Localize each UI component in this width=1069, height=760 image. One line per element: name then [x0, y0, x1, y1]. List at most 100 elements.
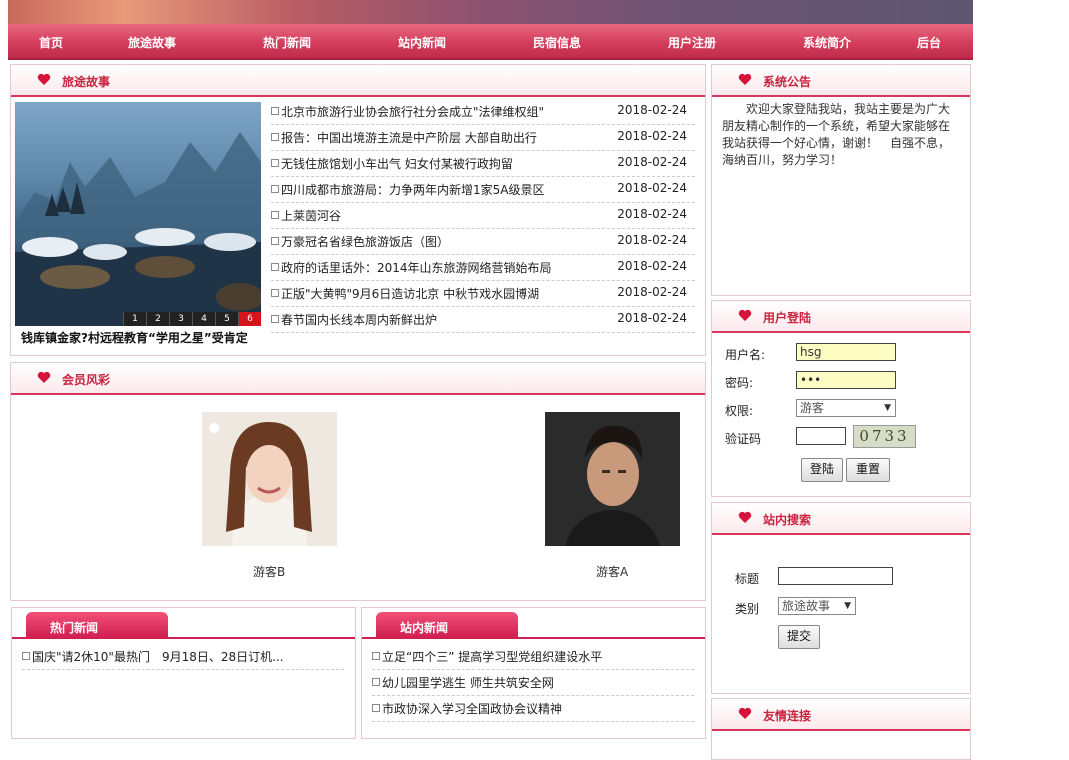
- links-title: 友情连接: [763, 709, 812, 723]
- search-panel: 站内搜索 标题 类别 旅途故事 ▼ 提交: [711, 502, 971, 694]
- search-category-select[interactable]: 旅途故事 ▼: [778, 597, 856, 615]
- search-title: 站内搜索: [763, 513, 812, 527]
- thumb-6[interactable]: 6: [238, 312, 261, 326]
- captcha-input[interactable]: [796, 427, 846, 445]
- news-title[interactable]: 四川成都市旅游局：力争两年内新增1家5A级景区: [281, 181, 544, 198]
- nav-hot-news[interactable]: 热门新闻: [263, 34, 311, 51]
- tab-hot-news[interactable]: 热门新闻: [26, 612, 168, 638]
- member-b-portrait: [202, 412, 337, 546]
- list-item: 幼儿园里学逃生 师生共筑安全网: [372, 670, 694, 696]
- nav-admin[interactable]: 后台: [917, 34, 941, 51]
- news-date: 2018-02-24: [617, 259, 687, 273]
- news-row: 正版"大黄鸭"9月6日造访北京 中秋节戏水园博湖 2018-02-24: [271, 281, 695, 307]
- bullet-icon: [271, 133, 279, 141]
- member-name-b: 游客B: [253, 565, 286, 579]
- thumb-4[interactable]: 4: [192, 312, 215, 326]
- chevron-down-icon: ▼: [884, 403, 891, 413]
- news-date: 2018-02-24: [617, 311, 687, 325]
- captcha-image[interactable]: 0733: [853, 425, 916, 448]
- bullet-icon: [372, 678, 380, 686]
- list-item: 国庆"请2休10"最热门 9月18日、28日订机...: [22, 644, 344, 670]
- bullet-icon: [372, 652, 380, 660]
- role-select[interactable]: 游客 ▼: [796, 399, 896, 417]
- landscape-image: [15, 132, 261, 326]
- nav-register[interactable]: 用户注册: [668, 34, 716, 51]
- news-title[interactable]: 无钱住旅馆划小车出气 妇女付某被行政拘留: [281, 155, 513, 172]
- slideshow-thumbs: 1 2 3 4 5 6: [123, 312, 261, 326]
- nav-home[interactable]: 首页: [39, 34, 63, 51]
- members-header: 会员风彩: [11, 363, 705, 395]
- news-row: 政府的话里话外：2014年山东旅游网络营销始布局 2018-02-24: [271, 255, 695, 281]
- login-button[interactable]: 登陆: [801, 458, 843, 482]
- heart-icon: [738, 73, 752, 85]
- heart-icon: [37, 73, 51, 85]
- bullet-icon: [271, 237, 279, 245]
- news-title[interactable]: 上莱茵河谷: [281, 207, 341, 224]
- news-row: 无钱住旅馆划小车出气 妇女付某被行政拘留 2018-02-24: [271, 151, 695, 177]
- news-row: 春节国内长线本周内新鲜出炉 2018-02-24: [271, 307, 695, 333]
- heart-icon: [37, 371, 51, 383]
- members-panel: 会员风彩 游客B 游客A: [10, 362, 706, 601]
- member-photo-a[interactable]: [545, 412, 680, 546]
- member-name-a: 游客A: [596, 565, 629, 579]
- bullet-icon: [271, 159, 279, 167]
- travel-stories-panel: 旅途故事 1 2 3 4 5 6 钱库镇金家?村远程教育“学用之星”受肯定 北京…: [10, 64, 706, 356]
- news-date: 2018-02-24: [617, 233, 687, 247]
- notice-header: 系统公告: [712, 65, 970, 97]
- reset-button[interactable]: 重置: [846, 458, 890, 482]
- thumb-5[interactable]: 5: [215, 312, 238, 326]
- slideshow-caption[interactable]: 钱库镇金家?村远程教育“学用之星”受肯定: [21, 329, 248, 346]
- search-category-label: 类别: [735, 602, 760, 616]
- search-title-label: 标题: [735, 572, 760, 586]
- bullet-icon: [271, 211, 279, 219]
- list-item-title[interactable]: 市政协深入学习全国政协会议精神: [382, 700, 562, 717]
- main-nav: 首页 旅途故事 热门新闻 站内新闻 民宿信息 用户注册 系统简介 后台: [8, 24, 973, 60]
- news-title[interactable]: 报告：中国出境游主流是中产阶层 大部自助出行: [281, 129, 537, 146]
- news-title[interactable]: 政府的话里话外：2014年山东旅游网络营销始布局: [281, 259, 552, 276]
- news-title[interactable]: 万豪冠名省绿色旅游饭店（图）: [281, 233, 449, 250]
- list-item-title[interactable]: 国庆"请2休10"最热门 9月18日、28日订机...: [32, 648, 284, 665]
- thumb-2[interactable]: 2: [146, 312, 169, 326]
- username-input[interactable]: hsg: [796, 343, 896, 361]
- member-photo-b[interactable]: [202, 412, 337, 546]
- header-banner: [8, 0, 973, 24]
- news-title[interactable]: 正版"大黄鸭"9月6日造访北京 中秋节戏水园博湖: [281, 285, 539, 302]
- thumb-1[interactable]: 1: [123, 312, 146, 326]
- members-title: 会员风彩: [62, 373, 111, 387]
- search-title-input[interactable]: [778, 567, 893, 585]
- slideshow-image[interactable]: 1 2 3 4 5 6: [15, 102, 261, 326]
- password-label: 密码:: [725, 376, 754, 390]
- nav-system-intro[interactable]: 系统简介: [803, 34, 851, 51]
- username-label: 用户名:: [725, 348, 766, 362]
- login-header: 用户登陆: [712, 301, 970, 333]
- nav-site-news[interactable]: 站内新闻: [398, 34, 446, 51]
- bullet-icon: [271, 289, 279, 297]
- tab-hot-news-label: 热门新闻: [50, 621, 99, 635]
- list-item: 立足“四个三” 提高学习型党组织建设水平: [372, 644, 694, 670]
- tab-site-news[interactable]: 站内新闻: [376, 612, 518, 638]
- news-title[interactable]: 北京市旅游行业协会旅行社分会成立"法律维权组": [281, 103, 544, 120]
- news-date: 2018-02-24: [617, 129, 687, 143]
- news-date: 2018-02-24: [617, 155, 687, 169]
- news-date: 2018-02-24: [617, 207, 687, 221]
- nav-travel-stories[interactable]: 旅途故事: [128, 34, 176, 51]
- search-submit-button[interactable]: 提交: [778, 625, 820, 649]
- notice-panel: 系统公告 欢迎大家登陆我站，我站主要是为广大朋友精心制作的一个系统，希望大家能够…: [711, 64, 971, 296]
- list-item-title[interactable]: 立足“四个三” 提高学习型党组织建设水平: [382, 648, 602, 665]
- news-date: 2018-02-24: [617, 181, 687, 195]
- list-item-title[interactable]: 幼儿园里学逃生 师生共筑安全网: [382, 674, 554, 691]
- thumb-3[interactable]: 3: [169, 312, 192, 326]
- site-news-panel: 站内新闻 立足“四个三” 提高学习型党组织建设水平 幼儿园里学逃生 师生共筑安全网…: [361, 607, 706, 739]
- captcha-label: 验证码: [725, 432, 762, 446]
- news-title[interactable]: 春节国内长线本周内新鲜出炉: [281, 311, 437, 328]
- bullet-icon: [271, 315, 279, 323]
- password-input[interactable]: •••: [796, 371, 896, 389]
- travel-stories-header: 旅途故事: [11, 65, 705, 97]
- news-row: 四川成都市旅游局：力争两年内新增1家5A级景区 2018-02-24: [271, 177, 695, 203]
- role-label: 权限:: [725, 404, 754, 418]
- nav-homestay-info[interactable]: 民宿信息: [533, 34, 581, 51]
- news-row: 北京市旅游行业协会旅行社分会成立"法律维权组" 2018-02-24: [271, 99, 695, 125]
- news-row: 报告：中国出境游主流是中产阶层 大部自助出行 2018-02-24: [271, 125, 695, 151]
- login-panel: 用户登陆 用户名: hsg 密码: ••• 权限: 游客 ▼ 验证码 0733 …: [711, 300, 971, 497]
- bullet-icon: [271, 185, 279, 193]
